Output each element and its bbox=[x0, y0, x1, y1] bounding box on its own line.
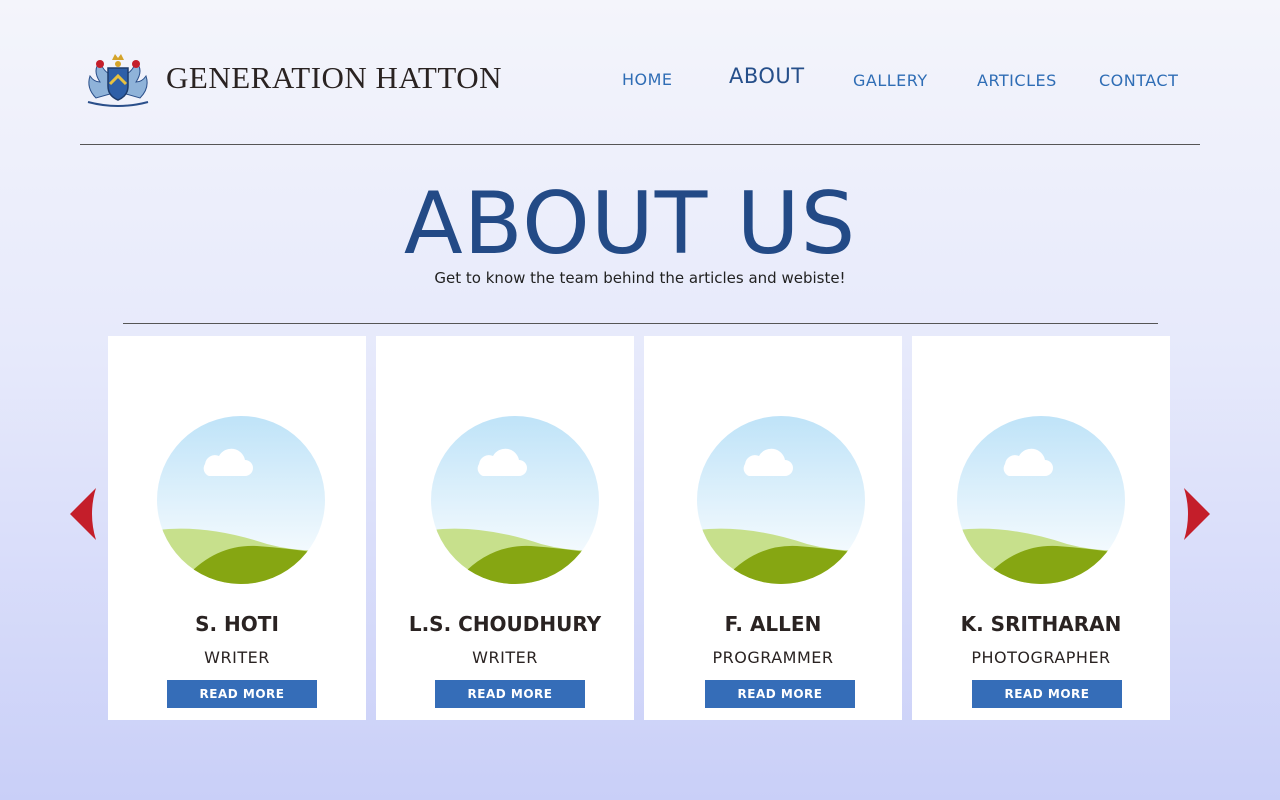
profile-image-placeholder bbox=[157, 416, 325, 584]
team-card: S. HOTI WRITER READ MORE bbox=[108, 336, 366, 720]
team-card: L.S. CHOUDHURY WRITER READ MORE bbox=[376, 336, 634, 720]
profile-image-placeholder bbox=[697, 416, 865, 584]
member-name: K. SRITHARAN bbox=[960, 612, 1122, 636]
nav-about-link[interactable]: ABOUT bbox=[729, 64, 805, 88]
member-role: PROGRAMMER bbox=[712, 648, 834, 667]
nav-articles-link[interactable]: ARTICLES bbox=[977, 71, 1057, 90]
header-divider bbox=[80, 144, 1200, 145]
read-more-button[interactable]: READ MORE bbox=[705, 680, 855, 708]
carousel-next-arrow-icon[interactable] bbox=[1182, 486, 1212, 542]
profile-image-placeholder bbox=[957, 416, 1125, 584]
profile-image-placeholder bbox=[431, 416, 599, 584]
page-subtitle: Get to know the team behind the articles… bbox=[434, 269, 846, 287]
member-name: S. HOTI bbox=[195, 612, 279, 636]
member-role: WRITER bbox=[472, 648, 538, 667]
page-title: ABOUT US bbox=[403, 174, 857, 274]
nav-home-link[interactable]: HOME bbox=[622, 70, 673, 89]
nav-contact-link[interactable]: CONTACT bbox=[1099, 71, 1178, 90]
read-more-button[interactable]: READ MORE bbox=[972, 680, 1122, 708]
carousel-prev-arrow-icon[interactable] bbox=[68, 486, 98, 542]
read-more-button[interactable]: READ MORE bbox=[435, 680, 585, 708]
nav-gallery-link[interactable]: GALLERY bbox=[853, 71, 928, 90]
site-title: GENERATION HATTON bbox=[166, 60, 502, 95]
member-role: WRITER bbox=[204, 648, 270, 667]
team-card: K. SRITHARAN PHOTOGRAPHER READ MORE bbox=[912, 336, 1170, 720]
coat-of-arms-logo bbox=[87, 54, 149, 107]
team-card: F. ALLEN PROGRAMMER READ MORE bbox=[644, 336, 902, 720]
member-name: F. ALLEN bbox=[724, 612, 822, 636]
member-name: L.S. CHOUDHURY bbox=[408, 612, 602, 636]
hero-divider bbox=[123, 323, 1158, 324]
read-more-button[interactable]: READ MORE bbox=[167, 680, 317, 708]
member-role: PHOTOGRAPHER bbox=[971, 648, 1111, 667]
